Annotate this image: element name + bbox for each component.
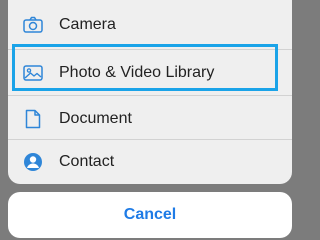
action-label: Photo & Video Library: [59, 64, 215, 81]
action-contact[interactable]: Contact: [8, 140, 292, 184]
action-label: Document: [59, 110, 132, 127]
contact-icon: [22, 151, 44, 173]
document-icon: [22, 108, 44, 130]
cancel-button[interactable]: Cancel: [8, 192, 292, 238]
cancel-label: Cancel: [123, 206, 177, 223]
action-camera[interactable]: Camera: [8, 0, 292, 50]
action-photo-video-library[interactable]: Photo & Video Library: [8, 50, 292, 96]
camera-icon: [22, 14, 44, 36]
action-label: Camera: [59, 16, 116, 33]
photo-icon: [22, 62, 44, 84]
action-label: Contact: [59, 153, 115, 170]
action-document[interactable]: Document: [8, 96, 292, 142]
action-sheet: Camera Photo & Video Library Document Co…: [8, 0, 292, 184]
